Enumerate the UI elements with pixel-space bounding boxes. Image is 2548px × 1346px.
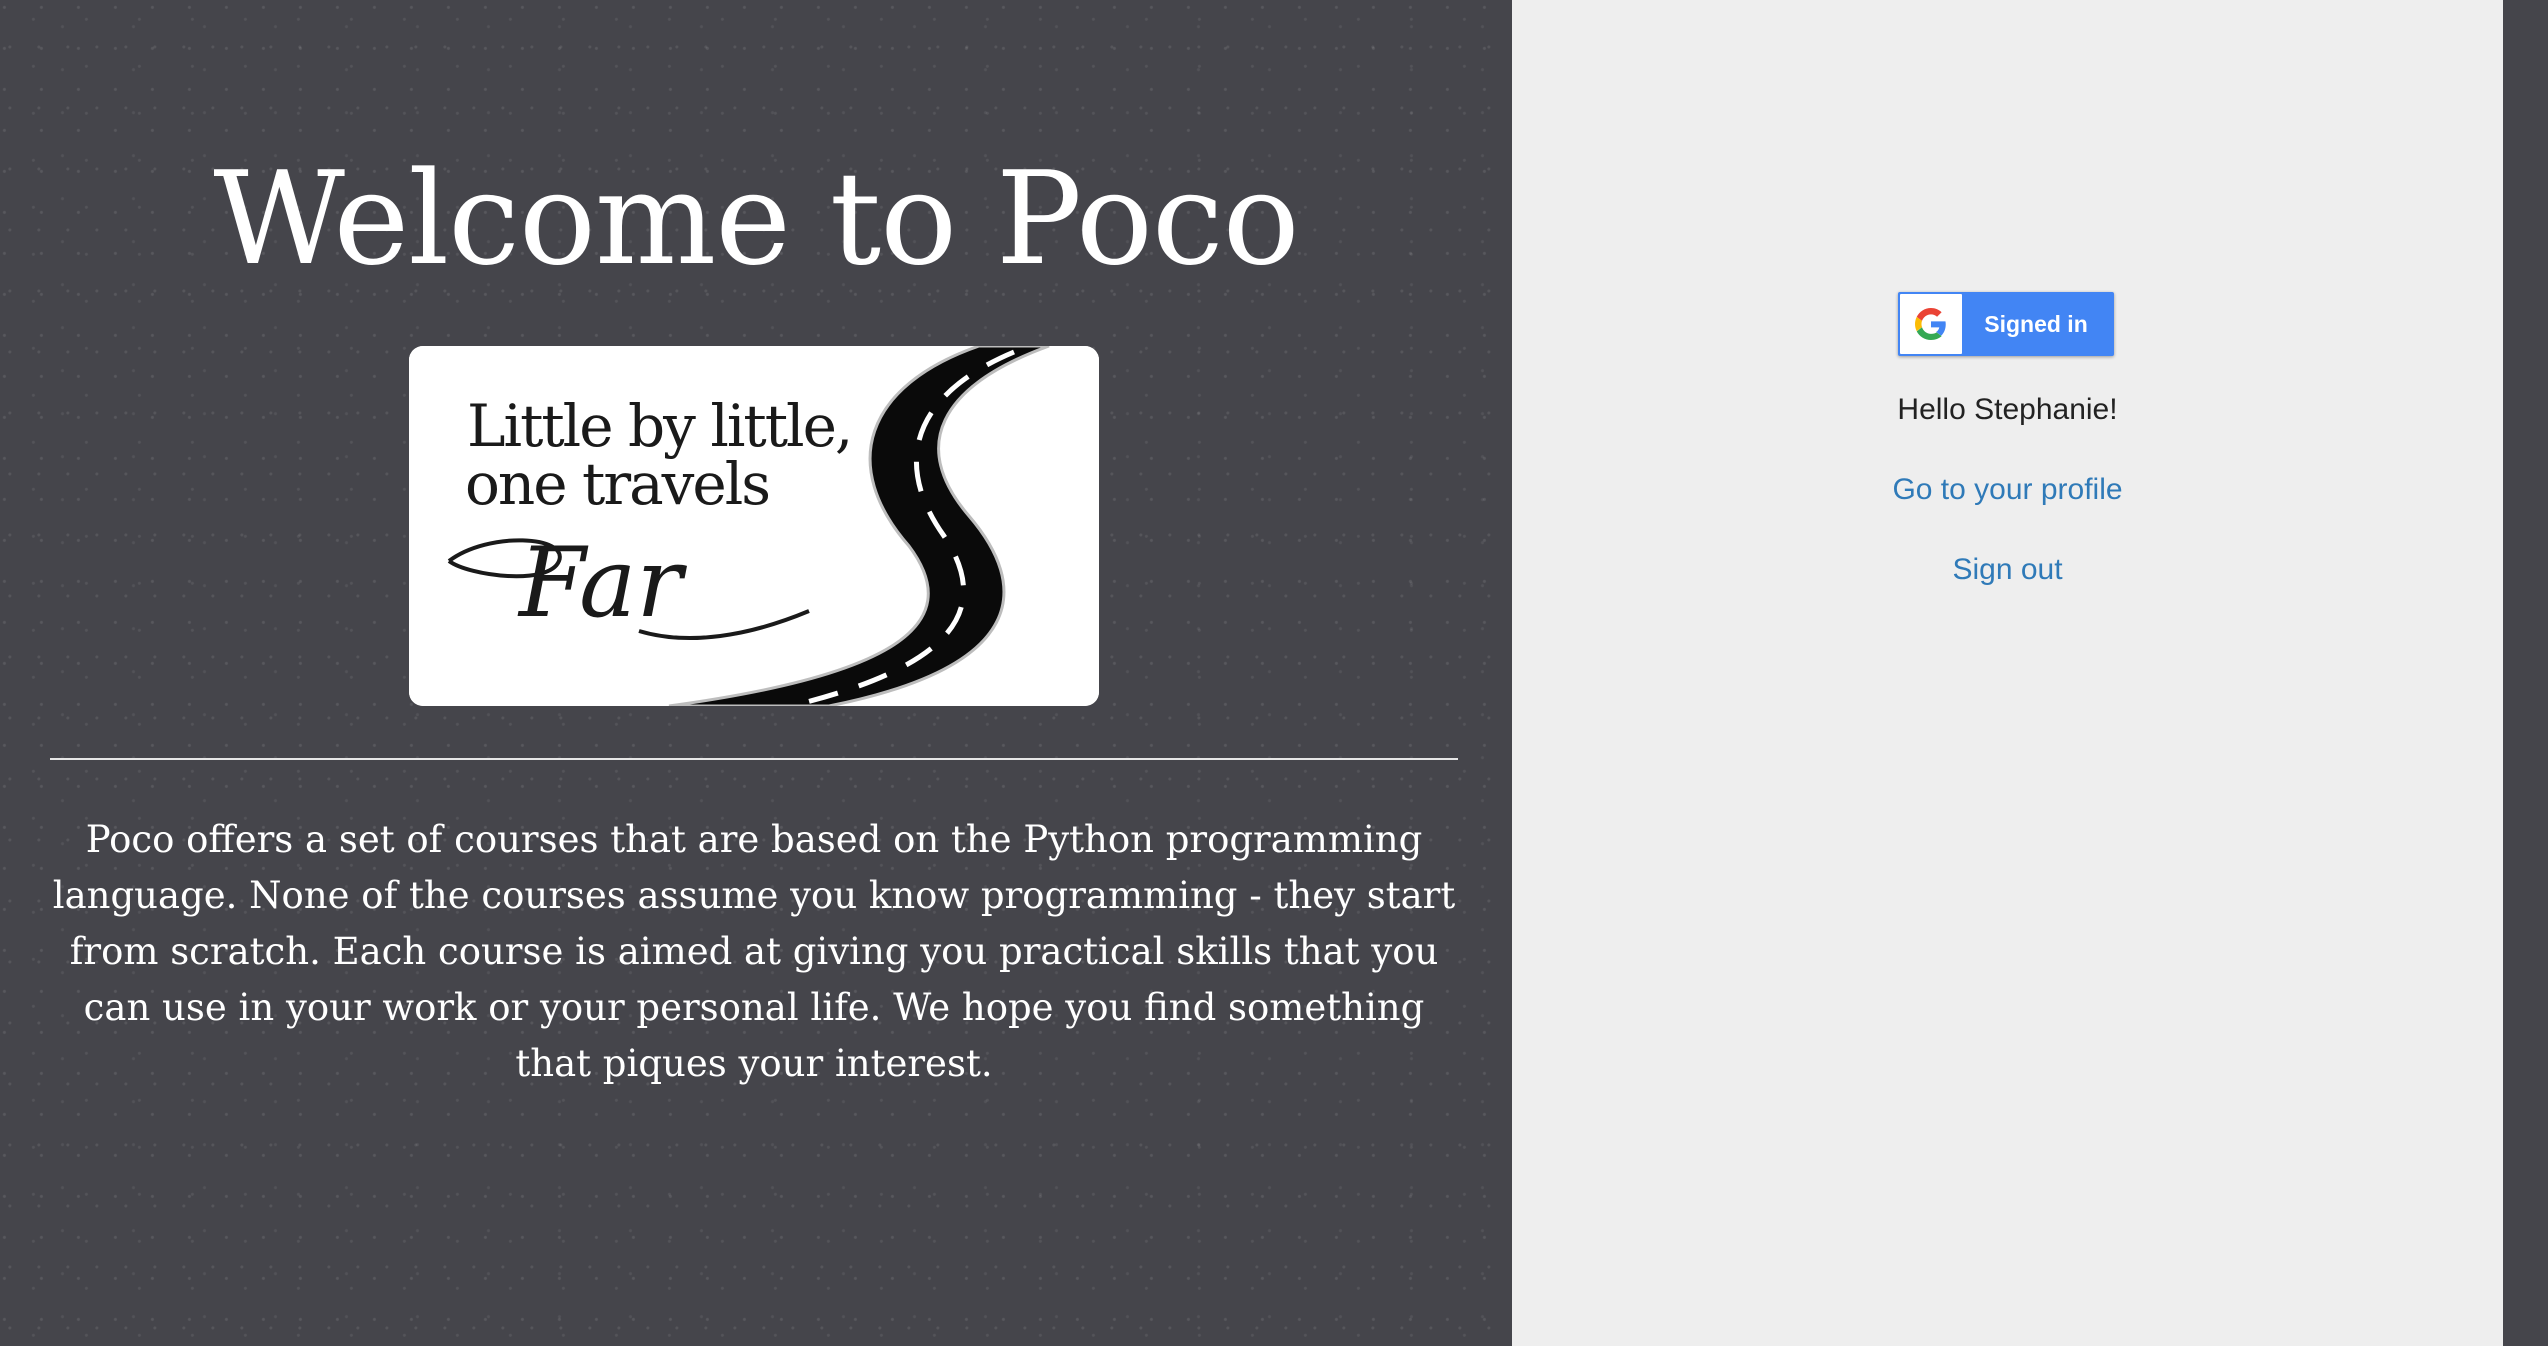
greeting-text: Hello Stephanie!	[1897, 393, 2118, 426]
google-icon-box	[1900, 294, 1962, 354]
google-signin-button[interactable]: Signed in	[1898, 292, 2114, 356]
right-edge-strip	[2503, 0, 2548, 1346]
page-title: Welcome to Poco	[213, 145, 1299, 294]
motto-image: Little by little, one travels Far	[409, 346, 1099, 706]
profile-link[interactable]: Go to your profile	[1512, 470, 2503, 510]
signout-link[interactable]: Sign out	[1512, 550, 2503, 590]
signin-button-label: Signed in	[1984, 310, 2088, 337]
account-panel: Signed in Hello Stephanie! Go to your pr…	[1512, 0, 2503, 1346]
intro-description: Poco offers a set of courses that are ba…	[52, 818, 1456, 1085]
google-g-icon	[1915, 308, 1946, 340]
section-divider	[50, 758, 1458, 760]
welcome-panel: Welcome to Poco Little by little, one tr…	[0, 0, 1512, 1346]
motto-line-2: one travels	[465, 450, 769, 518]
